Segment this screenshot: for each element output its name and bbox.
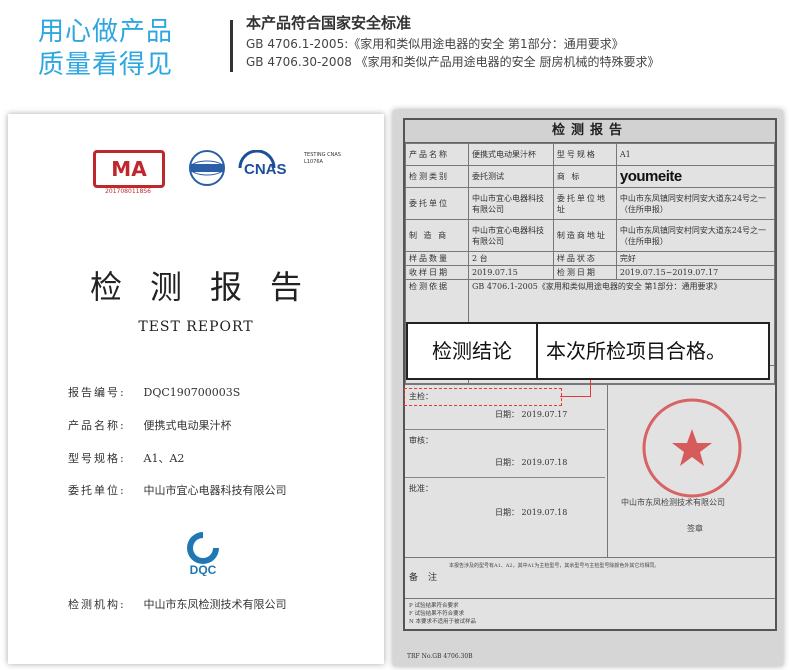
row-label: 收样日期 [405, 265, 469, 280]
row-label: 检测日期 [552, 265, 617, 280]
signature-area: 主检： 日期： 2019.07.17 审核： 日期： 2019.07.18 批准… [405, 384, 775, 557]
legend-notes: P 试验结果符合要求 F 试验结果不符合要求 N 本要求不适用于被试样品 [405, 598, 775, 629]
dqc-text: DQC [190, 563, 217, 576]
form-title: 检测报告 [405, 120, 775, 143]
slogan-line-1: 用心做产品 [38, 17, 174, 47]
row-value: 中山市宜心电器科技有限公司 [468, 187, 554, 220]
row-label: 委托单位 [405, 187, 469, 220]
slogan-line-2: 质量看得见 [38, 50, 174, 80]
table-row: 样品数量 2 台 样品状态 完好 [405, 251, 776, 266]
table-row: 制 造 商 中山市宜心电器科技有限公司 制造商地址 中山市东凤镇同安村同安大道东… [405, 219, 776, 252]
svg-text:CNAS: CNAS [244, 161, 287, 178]
ilac-mra-logo [189, 150, 225, 186]
stamp-organization: 中山市东凤检测技术有限公司 [621, 498, 725, 507]
table-row: 收样日期 2019.07.15 检测日期 2019.07.15~2019.07.… [405, 265, 776, 280]
standard-2: GB 4706.30-2008 《家用和类似产品用途电器的安全 厨房机械的特殊要… [246, 55, 660, 69]
legend-fail: F 试验结果不符合要求 [409, 611, 465, 617]
field-label: 产品名称: [68, 419, 126, 432]
row-value: 完好 [615, 251, 776, 266]
row-value: 便携式电动果汁杯 [468, 143, 554, 166]
reviewer-date: 2019.07.18 [521, 458, 568, 467]
dqc-logo: DQC [187, 532, 219, 576]
field-label: 报告编号: [68, 386, 126, 399]
row-label: 委托单位地址 [552, 187, 617, 220]
row-label: 制造商地址 [552, 219, 617, 252]
legend-pass: P 试验结果符合要求 [409, 603, 459, 609]
callout-label: 检测结论 [408, 324, 538, 378]
field-model: 型号规格: A1、A2 [68, 450, 184, 466]
row-value: A1 [615, 143, 776, 166]
remark-row: 备注 本报告涉及的型号有A1、A2，其中A1为主检型号，其余型号与主检型号除颜色… [405, 557, 775, 598]
cma-number: 2017080118S6 [105, 188, 151, 195]
official-stamp [642, 398, 742, 498]
reviewer-label: 审核： [409, 436, 433, 445]
row-value: 中山市东凤镇同安村同安大道东24号之一（住所申报） [615, 187, 776, 220]
connector-line [590, 380, 591, 396]
row-value: 中山市宜心电器科技有限公司 [468, 219, 554, 252]
row-label: 产品名称 [405, 143, 469, 166]
field-value: DQC190700003S [143, 386, 241, 399]
table-row: 产品名称 便携式电动果汁杯 型号规格 A1 [405, 143, 776, 166]
row-label: 样品状态 [552, 251, 617, 266]
date-label: 日期： [495, 410, 519, 419]
row-value: 2019.07.15~2019.07.17 [615, 265, 776, 280]
legend-na: N 本要求不适用于被试样品 [409, 619, 477, 625]
conclusion-highlight [404, 388, 562, 406]
field-value: A1、A2 [143, 452, 185, 465]
table-row: 检测类别 委托测试 商 标 youmeite [405, 165, 776, 188]
standards-title: 本产品符合国家安全标准 [246, 14, 412, 32]
field-value: 便携式电动果汁杯 [143, 419, 232, 432]
field-value: 中山市宜心电器科技有限公司 [143, 484, 287, 497]
table-row: 委托单位 中山市宜心电器科技有限公司 委托单位地址 中山市东凤镇同安村同安大道东… [405, 187, 776, 220]
row-value: 2 台 [468, 251, 554, 266]
field-testing-org: 检测机构: 中山市东凤检测技术有限公司 [68, 596, 287, 612]
approver-label: 批准： [409, 484, 433, 493]
conclusion-callout: 检测结论 本次所检项目合格。 [406, 322, 770, 380]
brand-logo: youmeite [615, 165, 776, 188]
field-label: 型号规格: [68, 452, 126, 465]
cnas-caption: TESTING CNAS L1076A [304, 152, 341, 165]
row-label: 样品数量 [405, 251, 469, 266]
report-cover: MA 2017080118S6 CNAS TESTING CNAS L1076A… [8, 114, 384, 664]
standard-1: GB 4706.1-2005:《家用和类似用途电器的安全 第1部分：通用要求》 [246, 37, 624, 51]
row-label: 检测类别 [405, 165, 469, 188]
row-label: 商 标 [552, 165, 617, 188]
report-title: 检测报告 [89, 268, 330, 306]
inspector-date: 2019.07.17 [521, 410, 568, 419]
standards-block: 本产品符合国家安全标准 GB 4706.1-2005:《家用和类似用途电器的安全… [246, 14, 659, 71]
row-label: 型号规格 [552, 143, 617, 166]
remark-label: 备注 [409, 573, 448, 583]
approver-date: 2019.07.18 [521, 508, 568, 517]
field-product-name: 产品名称: 便携式电动果汁杯 [68, 417, 232, 433]
field-report-no: 报告编号: DQC190700003S [68, 384, 240, 400]
field-label: 检测机构: [68, 598, 126, 611]
cma-logo: MA [93, 150, 165, 188]
date-label: 日期： [495, 508, 519, 517]
field-client: 委托单位: 中山市宜心电器科技有限公司 [68, 482, 287, 498]
row-value: 委托测试 [468, 165, 554, 188]
stamp-caption: 签章 [687, 524, 703, 533]
connector-line [560, 396, 591, 397]
report-subtitle: TEST REPORT [138, 319, 254, 335]
field-value: 中山市东凤检测技术有限公司 [143, 598, 287, 611]
field-label: 委托单位: [68, 484, 126, 497]
row-value: 中山市东凤镇同安村同安大道东24号之一（住所申报） [615, 219, 776, 252]
callout-value: 本次所检项目合格。 [546, 339, 726, 363]
slogan: 用心做产品 质量看得见 [38, 16, 173, 82]
row-label: 制 造 商 [405, 219, 469, 252]
date-label: 日期： [495, 458, 519, 467]
remark-text: 本报告涉及的型号有A1、A2，其中A1为主检型号，其余型号与主检型号除颜色外其它… [449, 563, 660, 569]
header-divider [230, 20, 233, 72]
cnas-logo: CNAS [238, 150, 287, 178]
form-number: TRF No.GB 4706.30B [407, 653, 473, 660]
row-value: 2019.07.15 [468, 265, 554, 280]
